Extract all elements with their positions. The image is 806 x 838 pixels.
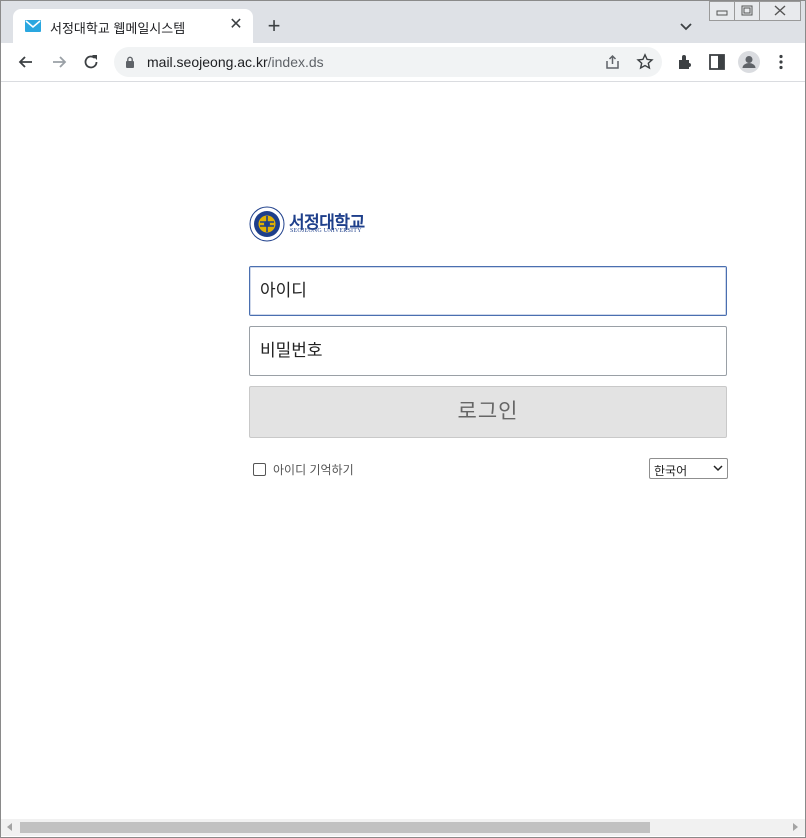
close-icon <box>774 5 786 16</box>
scroll-right-icon[interactable] <box>793 823 798 831</box>
share-icon[interactable] <box>604 54 622 70</box>
side-panel-icon[interactable] <box>707 52 727 72</box>
maximize-button[interactable] <box>734 1 760 21</box>
tab-title: 서정대학교 웹메일시스템 <box>50 21 186 36</box>
browser-toolbar: mail.seojeong.ac.kr/index.ds <box>1 43 805 82</box>
id-field[interactable] <box>249 266 727 316</box>
remember-id-label[interactable]: 아이디 기억하기 <box>273 461 354 478</box>
url-host: mail.seojeong.ac.kr <box>147 54 268 70</box>
scroll-left-icon[interactable] <box>7 823 12 831</box>
lock-icon[interactable] <box>125 56 135 68</box>
browser-window: 서정대학교 웹메일시스템 ✕ + mail.seojeong.ac.kr/ind… <box>0 0 806 838</box>
horizontal-scrollbar[interactable] <box>1 819 805 836</box>
forward-arrow-icon[interactable] <box>49 52 69 72</box>
maximize-icon <box>741 5 753 16</box>
new-tab-button[interactable]: + <box>263 15 285 38</box>
page-content: 서정대학교 SEOJEONG UNIVERSITY 로그인 아이디 기억하기 한… <box>1 82 805 819</box>
minimize-icon <box>716 10 728 16</box>
minimize-button[interactable] <box>709 1 735 21</box>
password-field[interactable] <box>249 326 727 376</box>
browser-tab[interactable]: 서정대학교 웹메일시스템 ✕ <box>13 9 253 43</box>
tab-close-icon[interactable]: ✕ <box>227 16 245 34</box>
remember-id-checkbox[interactable] <box>253 463 266 476</box>
url-text[interactable]: mail.seojeong.ac.kr/index.ds <box>147 54 324 70</box>
mail-icon <box>25 20 41 32</box>
back-arrow-icon[interactable] <box>16 52 36 72</box>
id-input[interactable] <box>250 267 726 315</box>
url-path: /index.ds <box>267 54 324 70</box>
scrollbar-thumb[interactable] <box>20 822 650 833</box>
extensions-icon[interactable] <box>675 52 695 72</box>
logo-english-name: SEOJEONG UNIVERSITY <box>290 228 362 234</box>
address-bar[interactable]: mail.seojeong.ac.kr/index.ds <box>114 47 662 77</box>
profile-icon[interactable] <box>737 50 761 74</box>
login-button[interactable]: 로그인 <box>249 386 727 438</box>
university-seal-icon <box>249 206 285 242</box>
language-select[interactable]: 한국어 <box>649 458 728 479</box>
language-selected-value: 한국어 <box>654 464 688 478</box>
menu-icon[interactable] <box>771 52 791 72</box>
chevron-down-icon <box>713 465 723 472</box>
close-window-button[interactable] <box>759 1 801 21</box>
reload-icon[interactable] <box>81 52 101 72</box>
tab-search-chevron-icon[interactable] <box>677 17 695 35</box>
password-input[interactable] <box>250 327 726 375</box>
star-icon[interactable] <box>636 53 654 71</box>
tab-strip: 서정대학교 웹메일시스템 ✕ + <box>1 1 805 43</box>
university-logo: 서정대학교 SEOJEONG UNIVERSITY <box>249 203 379 243</box>
